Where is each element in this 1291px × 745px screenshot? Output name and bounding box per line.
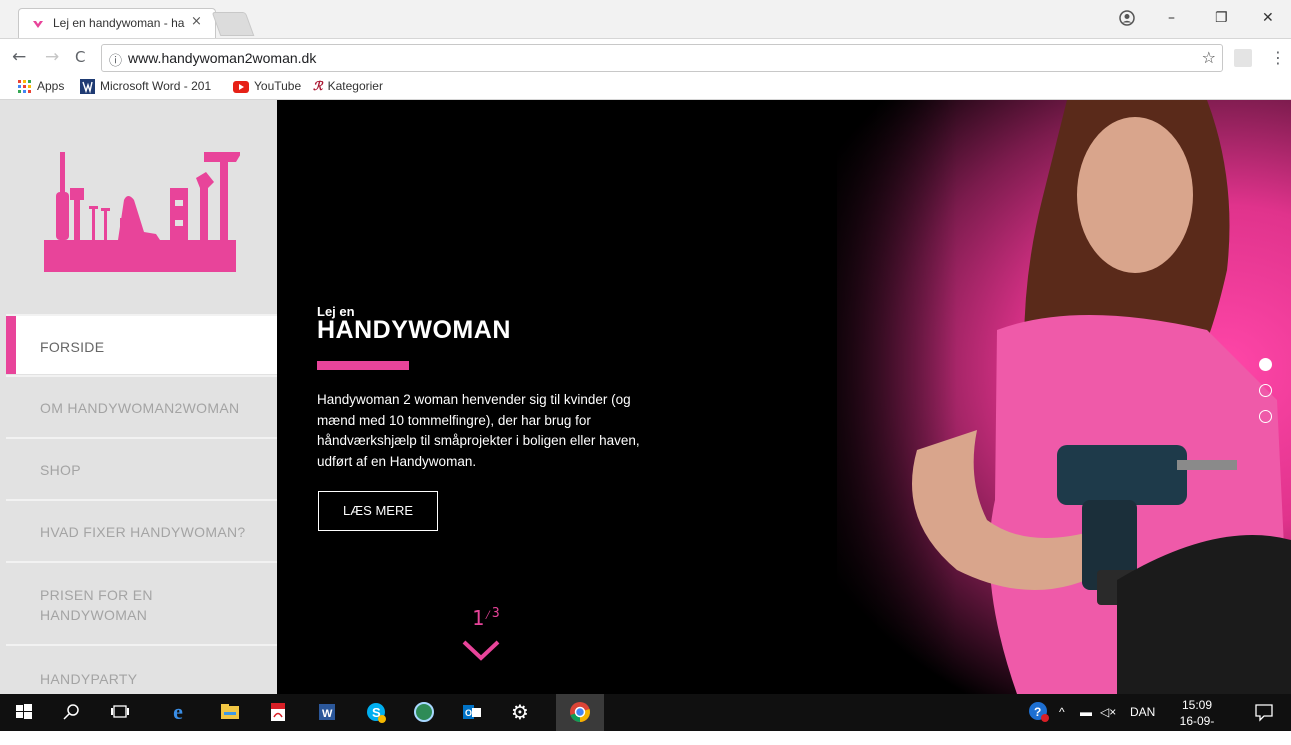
- new-tab-button[interactable]: [211, 12, 255, 36]
- show-hidden-icons-icon[interactable]: ^: [1059, 705, 1065, 719]
- bookmark-star-icon[interactable]: ☆: [1202, 48, 1216, 67]
- slide-current: 1: [472, 606, 485, 630]
- slide-separator: ⁄: [484, 608, 492, 623]
- nav-item-om-handywoman2woman[interactable]: OM HANDYWOMAN2WOMAN: [6, 375, 277, 435]
- minimize-icon[interactable]: –: [1168, 10, 1175, 26]
- bookmark-label: YouTube: [254, 79, 302, 93]
- site-info-icon[interactable]: ⓘ: [109, 50, 122, 69]
- system-clock[interactable]: 15:09 16-09-2017: [1170, 697, 1224, 745]
- restore-icon[interactable]: ❐: [1215, 10, 1228, 26]
- action-center-icon[interactable]: [1252, 700, 1276, 724]
- tab-title: Lej en handywoman - ha: [53, 16, 185, 30]
- bookmark-youtube[interactable]: YouTube: [233, 79, 301, 93]
- nav-label: SHOP: [40, 462, 81, 478]
- nav-label: PRISEN FOR EN HANDYWOMAN: [40, 587, 153, 623]
- slide-dot[interactable]: [1259, 358, 1272, 371]
- word-doc-icon: [80, 79, 95, 95]
- pdf-extension-icon[interactable]: [1234, 49, 1252, 67]
- pdf-icon[interactable]: [266, 700, 290, 724]
- hero-slider: Lej en HANDYWOMAN Handywoman 2 woman hen…: [277, 100, 1291, 694]
- favicon-icon: [33, 21, 43, 28]
- hero-accent-bar: [317, 361, 409, 370]
- bookmark-r-icon: ℛ: [313, 79, 323, 94]
- scroll-down-chevron-icon[interactable]: [461, 634, 501, 664]
- hero-description: Handywoman 2 woman henvender sig til kvi…: [317, 392, 640, 469]
- read-more-button[interactable]: LÆS MERE: [318, 491, 438, 531]
- help-tray-icon[interactable]: ?: [1027, 700, 1051, 724]
- settings-gear-icon[interactable]: ⚙: [508, 700, 532, 724]
- language-indicator[interactable]: DAN: [1130, 705, 1155, 719]
- file-explorer-icon[interactable]: [218, 700, 242, 724]
- bookmark-label: Kategorier: [327, 79, 383, 93]
- svg-text:W: W: [322, 708, 333, 720]
- reload-icon[interactable]: C: [75, 48, 85, 66]
- bookmark-label: Apps: [37, 79, 65, 93]
- word-icon[interactable]: W: [315, 700, 339, 724]
- windows-taskbar: e W S O ⚙ ? ^ ▬ ◁× DAN 15:09 16-09-2017: [0, 694, 1291, 744]
- slide-dot[interactable]: [1259, 410, 1272, 423]
- tab-strip: Lej en handywoman - ha × – ❐ ✕: [0, 0, 1291, 38]
- volume-muted-icon[interactable]: ◁×: [1100, 705, 1116, 719]
- outlook-icon[interactable]: O: [460, 700, 484, 724]
- bookmark-apps[interactable]: Apps: [18, 79, 64, 94]
- svg-text:O: O: [465, 708, 472, 718]
- url-text[interactable]: www.handywoman2woman.dk: [128, 50, 316, 66]
- pink-tools-logo[interactable]: [44, 148, 240, 274]
- windows-start-icon[interactable]: [12, 700, 36, 724]
- close-window-icon[interactable]: ✕: [1262, 10, 1274, 26]
- browser-tab[interactable]: Lej en handywoman - ha ×: [18, 8, 216, 38]
- clock-time: 15:09: [1181, 698, 1213, 712]
- clock-date: 16-09-2017: [1179, 714, 1215, 744]
- nav-label: FORSIDE: [40, 339, 105, 355]
- search-icon[interactable]: [60, 700, 84, 724]
- nav-item-forside[interactable]: FORSIDE: [6, 314, 277, 374]
- handywoman-photo: [912, 100, 1291, 694]
- nav-item-shop[interactable]: SHOP: [6, 437, 277, 497]
- hero-title: HANDYWOMAN: [317, 316, 511, 344]
- nav-label: HVAD FIXER HANDYWOMAN?: [40, 524, 246, 540]
- internet-explorer-icon[interactable]: e: [166, 700, 190, 724]
- bookmarks-bar: Apps Microsoft Word - 201 YouTube ℛ Kateg…: [0, 76, 1291, 100]
- chrome-icon[interactable]: [568, 700, 592, 724]
- tab-close-icon[interactable]: ×: [191, 14, 202, 29]
- nav-item-handyparty[interactable]: HANDYPARTY: [6, 644, 277, 694]
- slide-dot[interactable]: [1259, 384, 1272, 397]
- bookmark-kategorier[interactable]: ℛ Kategorier: [313, 79, 383, 94]
- apps-grid-icon: [18, 79, 31, 93]
- nav-item-hvad-fixer[interactable]: HVAD FIXER HANDYWOMAN?: [6, 499, 277, 559]
- slide-counter: 1⁄3: [472, 606, 500, 630]
- browser-toolbar: ← → C ⓘ www.handywoman2woman.dk ☆ ⋮: [0, 38, 1291, 76]
- nav-label: HANDYPARTY: [40, 671, 138, 687]
- bookmark-label: Microsoft Word - 201: [100, 79, 212, 93]
- network-icon[interactable]: ▬: [1080, 705, 1092, 719]
- address-bar[interactable]: ⓘ www.handywoman2woman.dk ☆: [101, 44, 1223, 72]
- task-view-icon[interactable]: [108, 700, 132, 724]
- profile-icon[interactable]: [1119, 10, 1135, 26]
- slide-total: 3: [491, 606, 500, 621]
- nav-item-prisen[interactable]: PRISEN FOR EN HANDYWOMAN: [6, 561, 277, 643]
- web-page: FORSIDE OM HANDYWOMAN2WOMAN SHOP HVAD FI…: [0, 100, 1291, 694]
- globe-icon[interactable]: [412, 700, 436, 724]
- nav-label: OM HANDYWOMAN2WOMAN: [40, 400, 240, 416]
- skype-icon[interactable]: S: [364, 700, 388, 724]
- sidebar: FORSIDE OM HANDYWOMAN2WOMAN SHOP HVAD FI…: [6, 100, 277, 694]
- forward-icon[interactable]: →: [45, 47, 59, 67]
- chrome-menu-icon[interactable]: ⋮: [1270, 48, 1286, 67]
- svg-text:?: ?: [1034, 705, 1041, 719]
- youtube-icon: [233, 80, 249, 93]
- bookmark-word[interactable]: Microsoft Word - 201: [80, 79, 212, 95]
- back-icon[interactable]: ←: [12, 47, 26, 67]
